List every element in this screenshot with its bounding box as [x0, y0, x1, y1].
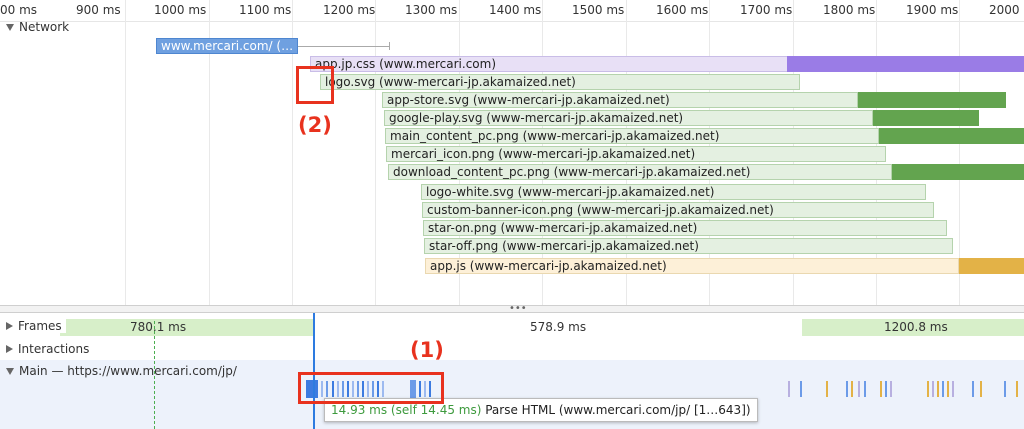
interactions-label: Interactions	[18, 342, 90, 356]
task-block[interactable]	[927, 381, 929, 397]
task-block[interactable]	[1016, 381, 1018, 397]
frame-duration: 780.1 ms	[130, 320, 187, 334]
annotation-box-2	[296, 66, 334, 104]
request-label: custom-banner-icon.png (www-mercari-jp.a…	[427, 203, 774, 217]
request-label: app.jp.css (www.mercari.com)	[315, 57, 497, 71]
panel-resize-handle[interactable]: •••	[0, 303, 1024, 314]
request-label: www.mercari.com/ (…	[161, 39, 294, 53]
task-block[interactable]	[826, 381, 828, 397]
request-download-segment	[873, 110, 979, 126]
ruler-tick: 1200 ms	[323, 3, 376, 17]
ruler-tick: 1000 ms	[154, 3, 207, 17]
ruler-tick: 1100 ms	[239, 3, 292, 17]
request-download-segment	[892, 164, 1024, 180]
ruler-tick: 1800 ms	[823, 3, 876, 17]
request-download-segment	[879, 128, 1024, 144]
annotation-label-2: (2)	[298, 113, 332, 137]
network-section-toggle[interactable]: Network	[6, 20, 69, 34]
load-event-marker	[154, 321, 155, 429]
resize-grip-icon: •••	[509, 303, 527, 314]
task-block[interactable]	[851, 381, 853, 397]
ruler-tick: 1700 ms	[740, 3, 793, 17]
timeline-cursor	[313, 313, 315, 429]
expand-triangle-icon	[6, 322, 13, 330]
ruler-tick: 900 ms	[76, 3, 121, 17]
request-label: star-on.png (www-mercari-jp.akamaized.ne…	[428, 221, 698, 235]
request-download-segment	[787, 56, 1024, 72]
request-label: star-off.png (www-mercari-jp.akamaized.n…	[429, 239, 699, 253]
task-block[interactable]	[952, 381, 954, 397]
network-request-bar[interactable]: custom-banner-icon.png (www-mercari-jp.a…	[422, 202, 934, 218]
expand-triangle-icon	[6, 367, 14, 375]
frame-duration: 1200.8 ms	[884, 320, 948, 334]
request-label: google-play.svg (www-mercari-jp.akamaize…	[389, 111, 684, 125]
network-request-bar[interactable]: download_content_pc.png (www-mercari-jp.…	[388, 164, 892, 180]
ruler-tick: 1400 ms	[489, 3, 542, 17]
request-label: logo-white.svg (www-mercari-jp.akamaized…	[426, 185, 715, 199]
main-thread-label: Main — https://www.mercari.com/jp/	[19, 364, 237, 378]
request-label: app.js (www-mercari-jp.akamaized.net)	[430, 259, 667, 273]
network-request-bar[interactable]: app-store.svg (www-mercari-jp.akamaized.…	[382, 92, 858, 108]
task-block[interactable]	[972, 381, 974, 397]
task-block[interactable]	[788, 381, 790, 397]
task-block[interactable]	[980, 381, 982, 397]
task-block[interactable]	[846, 381, 848, 397]
ruler-tick: 1900 ms	[906, 3, 959, 17]
ruler-tick: 1300 ms	[405, 3, 458, 17]
network-request-bar[interactable]: mercari_icon.png (www-mercari-jp.akamaiz…	[386, 146, 886, 162]
frames-section-toggle[interactable]: Frames	[6, 319, 66, 333]
ruler-tick: 1500 ms	[572, 3, 625, 17]
task-block[interactable]	[947, 381, 949, 397]
task-block[interactable]	[1004, 381, 1006, 397]
main-section-toggle[interactable]: Main — https://www.mercari.com/jp/	[6, 364, 237, 378]
task-block[interactable]	[885, 381, 887, 397]
request-wait-line	[298, 46, 390, 47]
ruler-tick: 1600 ms	[656, 3, 709, 17]
expand-triangle-icon	[6, 345, 13, 353]
request-wait-line	[389, 42, 390, 50]
network-label: Network	[19, 20, 70, 34]
tooltip-text: Parse HTML (www.mercari.com/jp/ [1…643])	[485, 403, 751, 417]
task-block[interactable]	[890, 381, 892, 397]
ruler-tick: 2000	[989, 3, 1020, 17]
task-block[interactable]	[942, 381, 944, 397]
annotation-box-1	[298, 372, 444, 404]
grid-line	[125, 0, 126, 305]
request-label: mercari_icon.png (www-mercari-jp.akamaiz…	[391, 147, 696, 161]
interactions-section-toggle[interactable]: Interactions	[6, 342, 89, 356]
request-label: main_content_pc.png (www-mercari-jp.akam…	[390, 129, 720, 143]
annotation-label-1: (1)	[410, 338, 444, 362]
network-request-bar[interactable]: www.mercari.com/ (…	[156, 38, 298, 54]
task-block[interactable]	[858, 381, 860, 397]
tooltip-duration: 14.93 ms (self 14.45 ms)	[331, 403, 482, 417]
expand-triangle-icon	[6, 23, 14, 31]
timeline-ruler[interactable]: 00 ms 900 ms 1000 ms 1100 ms 1200 ms 130…	[0, 0, 1024, 22]
request-label: logo.svg (www-mercari-jp.akamaized.net)	[325, 75, 576, 89]
network-request-bar[interactable]: main_content_pc.png (www-mercari-jp.akam…	[385, 128, 879, 144]
ruler-tick: 00 ms	[0, 3, 38, 17]
request-download-segment	[858, 92, 1006, 108]
frame-duration: 578.9 ms	[530, 320, 587, 334]
network-request-bar[interactable]: app.jp.css (www.mercari.com)	[310, 56, 788, 72]
frame-block[interactable]	[60, 319, 313, 336]
request-download-segment	[959, 258, 1024, 274]
request-label: download_content_pc.png (www-mercari-jp.…	[393, 165, 751, 179]
network-request-bar[interactable]: star-off.png (www-mercari-jp.akamaized.n…	[424, 238, 953, 254]
network-request-bar[interactable]: logo-white.svg (www-mercari-jp.akamaized…	[421, 184, 926, 200]
network-request-bar[interactable]: google-play.svg (www-mercari-jp.akamaize…	[384, 110, 873, 126]
task-block[interactable]	[937, 381, 939, 397]
network-request-bar[interactable]: app.js (www-mercari-jp.akamaized.net)	[425, 258, 959, 274]
network-request-bar[interactable]: logo.svg (www-mercari-jp.akamaized.net)	[320, 74, 800, 90]
task-block[interactable]	[880, 381, 882, 397]
task-block[interactable]	[932, 381, 934, 397]
frames-label: Frames	[18, 319, 62, 333]
task-block[interactable]	[800, 381, 802, 397]
task-block[interactable]	[864, 381, 866, 397]
network-request-bar[interactable]: star-on.png (www-mercari-jp.akamaized.ne…	[423, 220, 947, 236]
request-label: app-store.svg (www-mercari-jp.akamaized.…	[387, 93, 670, 107]
